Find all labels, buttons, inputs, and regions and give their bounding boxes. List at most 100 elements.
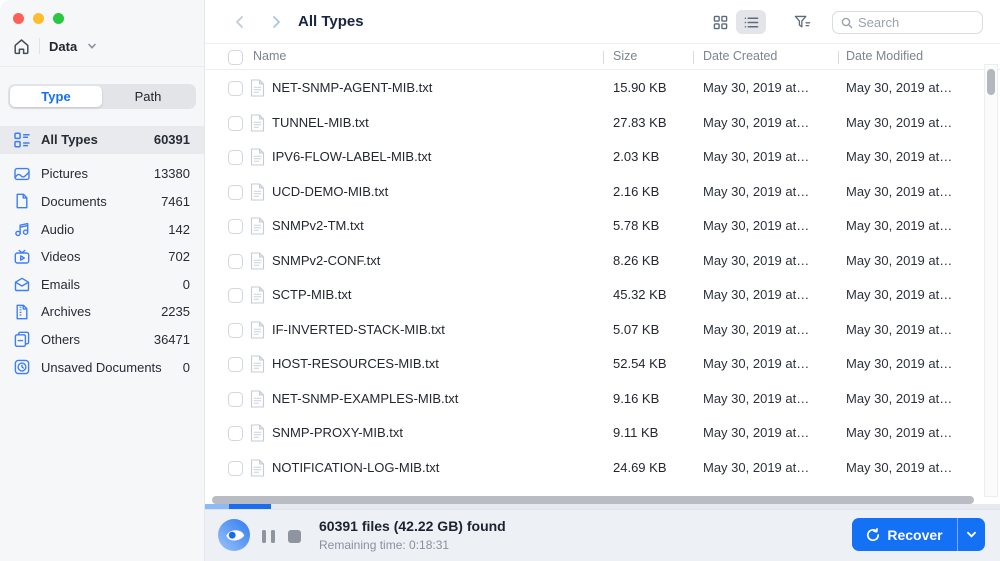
- unsaved-icon: [14, 359, 30, 375]
- file-size: 5.78 KB: [613, 218, 660, 233]
- text-file-icon: [250, 182, 265, 201]
- table-row[interactable]: TUNNEL-MIB.txt 27.83 KB May 30, 2019 at……: [205, 106, 1000, 141]
- sidebar-item-label: Others: [41, 331, 81, 347]
- row-checkbox[interactable]: [228, 460, 243, 476]
- sidebar-item-label: All Types: [41, 132, 98, 148]
- file-date-created: May 30, 2019 at…: [703, 425, 810, 440]
- table-row[interactable]: SCTP-MIB.txt 45.32 KB May 30, 2019 at… M…: [205, 278, 1000, 313]
- row-checkbox[interactable]: [228, 184, 243, 200]
- table-row[interactable]: NET-SNMP-AGENT-MIB.txt 15.90 KB May 30, …: [205, 71, 1000, 106]
- zoom-window-button[interactable]: [53, 13, 64, 24]
- column-header-size[interactable]: Size: [613, 49, 637, 63]
- file-date-created: May 30, 2019 at…: [703, 356, 810, 371]
- file-name: IF-INVERTED-STACK-MIB.txt: [272, 321, 445, 337]
- file-size: 8.26 KB: [613, 252, 660, 268]
- recover-button-label: Recover: [887, 526, 943, 543]
- close-window-button[interactable]: [13, 13, 24, 24]
- column-divider[interactable]: [838, 51, 839, 64]
- forward-icon[interactable]: [268, 14, 284, 30]
- search-icon: [841, 17, 853, 28]
- documents-icon: [14, 193, 30, 209]
- file-size: 2.03 KB: [613, 149, 660, 164]
- row-checkbox[interactable]: [228, 322, 243, 338]
- row-checkbox[interactable]: [228, 357, 243, 372]
- file-name: HOST-RESOURCES-MIB.txt: [272, 356, 439, 371]
- horizontal-scrollbar[interactable]: [212, 496, 974, 504]
- back-icon[interactable]: [232, 14, 248, 30]
- table-row[interactable]: NOTIFICATION-LOG-MIB.txt 24.69 KB May 30…: [205, 451, 1000, 486]
- file-date-modified: May 30, 2019 at…: [846, 80, 953, 95]
- row-checkbox[interactable]: [228, 391, 243, 407]
- sidebar-item-unsaved-documents[interactable]: Unsaved Documents 0: [0, 353, 204, 381]
- file-date-created: May 30, 2019 at…: [703, 390, 810, 406]
- file-date-created: May 30, 2019 at…: [703, 149, 810, 164]
- tab-type[interactable]: Type: [10, 86, 102, 107]
- table-row[interactable]: SNMP-PROXY-MIB.txt 9.11 KB May 30, 2019 …: [205, 416, 1000, 451]
- sidebar-item-count: 13380: [153, 166, 190, 182]
- breadcrumb: Data: [13, 34, 97, 58]
- table-row[interactable]: HOST-RESOURCES-MIB.txt 52.54 KB May 30, …: [205, 347, 1000, 382]
- column-header-name[interactable]: Name: [253, 49, 286, 63]
- scan-eye-icon: [218, 519, 250, 551]
- search-field[interactable]: [858, 15, 974, 30]
- row-checkbox[interactable]: [228, 115, 243, 131]
- grid-view-icon[interactable]: [705, 10, 735, 34]
- select-all-checkbox[interactable]: [228, 50, 243, 65]
- videos-icon: [14, 249, 30, 265]
- column-header-date-modified[interactable]: Date Modified: [846, 49, 923, 63]
- row-checkbox[interactable]: [228, 81, 243, 96]
- recover-options-button[interactable]: [958, 518, 985, 551]
- table-row[interactable]: NET-SNMP-EXAMPLES-MIB.txt 9.16 KB May 30…: [205, 382, 1000, 417]
- sidebar-item-others[interactable]: Others 36471: [0, 326, 204, 354]
- breadcrumb-label[interactable]: Data: [49, 39, 77, 54]
- sidebar-item-pictures[interactable]: Pictures 13380: [0, 160, 204, 188]
- sidebar-item-all-types[interactable]: All Types 60391: [0, 126, 204, 154]
- column-header-date-created[interactable]: Date Created: [703, 49, 777, 63]
- row-checkbox[interactable]: [228, 219, 243, 234]
- column-divider[interactable]: [603, 51, 604, 64]
- recover-button[interactable]: Recover: [852, 518, 958, 551]
- filetype-list: All Types 60391 Pictures 13380 Documents…: [0, 126, 204, 381]
- row-checkbox[interactable]: [228, 150, 243, 165]
- sidebar-item-documents[interactable]: Documents 7461: [0, 188, 204, 216]
- archives-icon: [14, 304, 30, 320]
- text-file-icon: [250, 251, 265, 270]
- sidebar-item-label: Archives: [41, 304, 91, 320]
- minimize-window-button[interactable]: [33, 13, 44, 24]
- sidebar-item-emails[interactable]: Emails 0: [0, 270, 204, 298]
- table-row[interactable]: SNMPv2-CONF.txt 8.26 KB May 30, 2019 at……: [205, 244, 1000, 279]
- sidebar-item-count: 142: [168, 221, 190, 237]
- table-row[interactable]: IPV6-FLOW-LABEL-MIB.txt 2.03 KB May 30, …: [205, 140, 1000, 175]
- row-checkbox[interactable]: [228, 426, 243, 441]
- tab-path[interactable]: Path: [102, 86, 194, 107]
- window-controls: [13, 13, 64, 24]
- file-name: SNMPv2-CONF.txt: [272, 252, 381, 268]
- file-name: SCTP-MIB.txt: [272, 287, 352, 302]
- row-checkbox[interactable]: [228, 253, 243, 269]
- filter-icon[interactable]: [791, 12, 813, 32]
- recover-icon: [867, 527, 880, 541]
- sidebar-item-archives[interactable]: Archives 2235: [0, 298, 204, 326]
- table-row[interactable]: SNMPv2-TM.txt 5.78 KB May 30, 2019 at… M…: [205, 209, 1000, 244]
- search-input[interactable]: [832, 11, 983, 34]
- sidebar-item-videos[interactable]: Videos 702: [0, 243, 204, 271]
- table-row[interactable]: IF-INVERTED-STACK-MIB.txt 5.07 KB May 30…: [205, 313, 1000, 348]
- vertical-scrollbar-thumb[interactable]: [987, 69, 995, 95]
- file-name: NOTIFICATION-LOG-MIB.txt: [272, 459, 440, 475]
- sidebar-tabs: Type Path: [8, 84, 196, 109]
- row-checkbox[interactable]: [228, 288, 243, 303]
- file-date-modified: May 30, 2019 at…: [846, 425, 953, 440]
- recover-split-button: Recover: [852, 518, 985, 551]
- divider: [0, 66, 204, 67]
- table-row[interactable]: UCD-DEMO-MIB.txt 2.16 KB May 30, 2019 at…: [205, 175, 1000, 210]
- pause-button[interactable]: [262, 530, 275, 543]
- stop-button[interactable]: [288, 530, 301, 543]
- column-divider[interactable]: [693, 51, 694, 64]
- file-date-modified: May 30, 2019 at…: [846, 252, 953, 268]
- home-icon[interactable]: [13, 38, 30, 55]
- vertical-scrollbar-track[interactable]: [984, 64, 998, 497]
- sidebar: Data Type Path All Types 60391 Pictures …: [0, 0, 205, 561]
- list-view-icon[interactable]: [736, 10, 766, 34]
- chevron-down-icon[interactable]: [87, 41, 97, 51]
- sidebar-item-audio[interactable]: Audio 142: [0, 215, 204, 243]
